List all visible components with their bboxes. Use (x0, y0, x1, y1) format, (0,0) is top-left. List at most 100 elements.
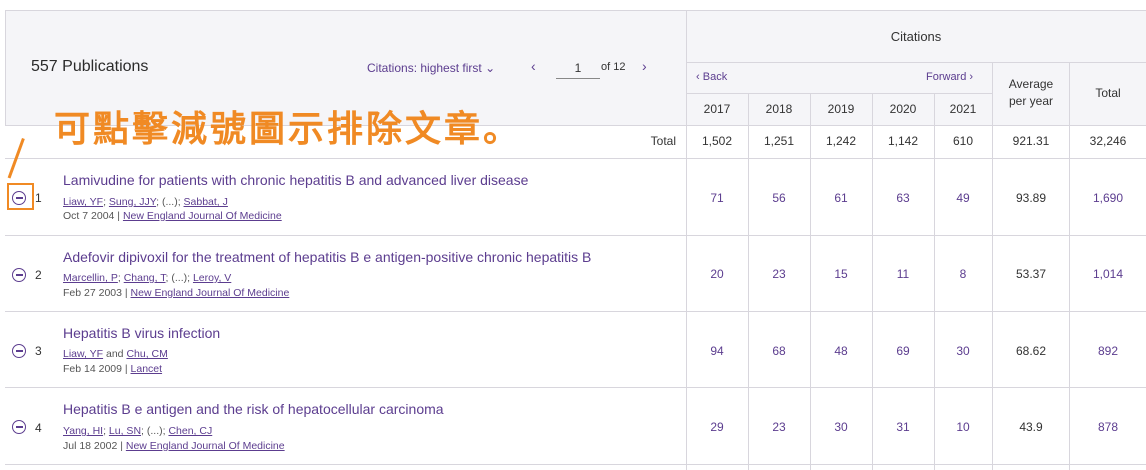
average-per-year: 68.62 (1015, 344, 1047, 358)
citation-count[interactable]: 10 (932, 420, 994, 434)
author-list: Liaw, YF; Sung, JJY; (...); Sabbat, J (63, 196, 228, 208)
author-link[interactable]: Yang, HI (63, 425, 103, 437)
average-per-year: 93.89 (1015, 191, 1047, 205)
citation-count[interactable]: 23 (748, 267, 810, 281)
year-header-2020: 2020 (889, 102, 917, 116)
author-link[interactable]: Liaw, YF (63, 196, 103, 208)
forward-button[interactable]: Forward › (926, 71, 973, 83)
row-divider (5, 464, 1146, 465)
year-header-2018: 2018 (765, 102, 793, 116)
row-rank: 3 (35, 344, 42, 358)
total-2020: 1,142 (887, 134, 919, 148)
remove-minus-icon[interactable] (12, 268, 26, 282)
average-per-year: 43.9 (1019, 420, 1043, 434)
author-link[interactable]: Sabbat, J (184, 196, 228, 208)
author-link[interactable]: Chen, CJ (168, 425, 212, 437)
previous-page-button[interactable]: ‹ (531, 58, 536, 74)
row-divider (5, 387, 1146, 388)
sort-dropdown[interactable]: Citations: highest first ⌄ (367, 61, 495, 75)
total-2019: 1,242 (825, 134, 857, 148)
citation-count[interactable]: 31 (872, 420, 934, 434)
total-citations[interactable]: 892 (1070, 344, 1146, 358)
total-header: Total (1095, 86, 1121, 100)
row-divider (5, 158, 1146, 159)
citation-count[interactable]: 23 (748, 420, 810, 434)
publication-source: Oct 7 2004 | New England Journal Of Medi… (63, 210, 282, 222)
author-list: Yang, HI; Lu, SN; (...); Chen, CJ (63, 425, 213, 437)
year-header-2021: 2021 (949, 102, 977, 116)
row-rank: 2 (35, 268, 42, 282)
citation-count[interactable]: 8 (932, 267, 994, 281)
average-per-year: 53.37 (1015, 267, 1047, 281)
chevron-left-icon: ‹ (531, 58, 536, 74)
journal-link[interactable]: New England Journal Of Medicine (123, 210, 282, 222)
publication-title[interactable]: Hepatitis B virus infection (63, 325, 220, 341)
publication-title[interactable]: Adefovir dipivoxil for the treatment of … (63, 249, 591, 265)
page-number-input[interactable] (556, 58, 600, 79)
total-2017: 1,502 (701, 134, 733, 148)
total-average: 921.31 (1012, 134, 1050, 148)
column-divider (1069, 62, 1070, 470)
page-of-label: of 12 (601, 61, 626, 73)
column-divider (872, 93, 873, 470)
citation-count[interactable]: 49 (932, 191, 994, 205)
publication-title[interactable]: Hepatitis B e antigen and the risk of he… (63, 401, 444, 417)
publication-source: Feb 14 2009 | Lancet (63, 363, 163, 375)
chevron-down-icon: ⌄ (485, 61, 496, 75)
citation-count[interactable]: 69 (872, 344, 934, 358)
total-2021: 610 (952, 134, 974, 148)
total-2018: 1,251 (763, 134, 795, 148)
publication-title[interactable]: Lamivudine for patients with chronic hep… (63, 172, 528, 188)
citations-title: Citations (890, 29, 942, 44)
year-header-2017: 2017 (703, 102, 731, 116)
citation-count[interactable]: 20 (686, 267, 748, 281)
author-link[interactable]: Lu, SN (109, 425, 141, 437)
author-link[interactable]: Marcellin, P (63, 272, 118, 284)
column-divider (992, 62, 993, 470)
total-citations: 32,246 (1089, 134, 1127, 148)
author-link[interactable]: Chu, CM (126, 348, 167, 360)
publication-count: 557 Publications (31, 58, 149, 75)
chevron-right-icon: › (969, 71, 974, 83)
publication-source: Jul 18 2002 | New England Journal Of Med… (63, 440, 285, 452)
back-button[interactable]: ‹ Back (696, 71, 727, 83)
total-citations[interactable]: 1,014 (1070, 267, 1146, 281)
author-list: Liaw, YF and Chu, CM (63, 348, 168, 360)
citation-count[interactable]: 68 (748, 344, 810, 358)
citation-count[interactable]: 30 (810, 420, 872, 434)
journal-link[interactable]: Lancet (131, 363, 163, 375)
citation-count[interactable]: 11 (872, 267, 934, 281)
column-divider (934, 93, 935, 470)
total-citations[interactable]: 878 (1070, 420, 1146, 434)
journal-link[interactable]: New England Journal Of Medicine (126, 440, 285, 452)
sort-label: Citations: highest first (367, 61, 482, 75)
author-link[interactable]: Chang, T (124, 272, 166, 284)
author-link[interactable]: Sung, JJY (109, 196, 156, 208)
totals-label: Total (650, 134, 676, 148)
year-header-2019: 2019 (827, 102, 855, 116)
average-per-year-header: Average per year (1008, 77, 1054, 108)
journal-link[interactable]: New England Journal Of Medicine (131, 287, 290, 299)
column-divider (748, 93, 749, 470)
divider (686, 93, 992, 94)
author-link[interactable]: Leroy, V (193, 272, 231, 284)
citation-count[interactable]: 61 (810, 191, 872, 205)
row-rank: 1 (35, 191, 42, 205)
remove-minus-icon[interactable] (12, 420, 26, 434)
column-divider (686, 124, 687, 470)
remove-minus-icon[interactable] (12, 344, 26, 358)
citation-count[interactable]: 29 (686, 420, 748, 434)
author-link[interactable]: Liaw, YF (63, 348, 103, 360)
chevron-left-icon: ‹ (696, 71, 700, 83)
row-divider (5, 235, 1146, 236)
next-page-button[interactable]: › (642, 58, 647, 74)
citation-count[interactable]: 94 (686, 344, 748, 358)
citation-count[interactable]: 15 (810, 267, 872, 281)
citation-count[interactable]: 56 (748, 191, 810, 205)
citation-count[interactable]: 63 (872, 191, 934, 205)
citation-count[interactable]: 71 (686, 191, 748, 205)
citation-count[interactable]: 48 (810, 344, 872, 358)
total-citations[interactable]: 1,690 (1070, 191, 1146, 205)
citation-count[interactable]: 30 (932, 344, 994, 358)
annotation-highlight-box (7, 183, 34, 210)
